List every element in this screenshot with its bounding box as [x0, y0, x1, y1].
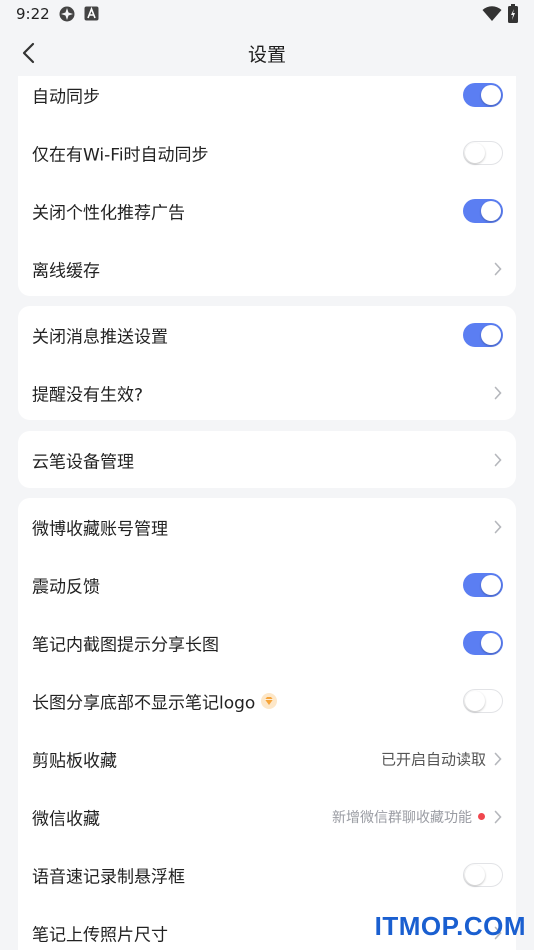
row-pen-device-management[interactable]: 云笔设备管理: [18, 431, 516, 488]
hide-logo-toggle[interactable]: [463, 689, 503, 713]
row-label: 笔记上传照片尺寸: [32, 925, 168, 946]
row-disable-personalized-ads[interactable]: 关闭个性化推荐广告: [18, 182, 516, 240]
row-disable-push[interactable]: 关闭消息推送设置: [18, 306, 516, 364]
chevron-right-icon: [494, 453, 502, 466]
settings-card-sync: 自动同步 仅在有Wi-Fi时自动同步 关闭个性化推荐广告 离线缓存: [18, 76, 516, 296]
row-vibration-feedback[interactable]: 震动反馈: [18, 556, 516, 614]
status-time: 9:22: [16, 5, 50, 23]
disable-push-toggle[interactable]: [463, 323, 503, 347]
settings-card-device: 云笔设备管理: [18, 431, 516, 488]
row-hide-logo[interactable]: 长图分享底部不显示笔记logo: [18, 672, 516, 730]
settings-card-notifications: 关闭消息推送设置 提醒没有生效?: [18, 306, 516, 420]
row-voice-floating-window[interactable]: 语音速记录制悬浮框: [18, 846, 516, 904]
row-offline-cache[interactable]: 离线缓存: [18, 240, 516, 296]
voice-floating-toggle[interactable]: [463, 863, 503, 887]
battery-icon: [508, 4, 518, 23]
row-label: 提醒没有生效?: [32, 385, 144, 406]
chevron-right-icon: [494, 262, 502, 276]
app-header: 设置: [0, 28, 534, 76]
screenshot-hint-toggle[interactable]: [463, 631, 503, 655]
wifi-only-sync-toggle[interactable]: [463, 141, 503, 165]
row-label: 仅在有Wi-Fi时自动同步: [32, 145, 209, 166]
chevron-right-icon: [494, 810, 502, 824]
chevron-right-icon: [494, 752, 502, 766]
row-label: 微信收藏: [32, 809, 100, 830]
chevron-right-icon: [494, 520, 502, 534]
watermark-logo: ITMOP.COM: [374, 911, 526, 941]
row-label: 笔记内截图提示分享长图: [32, 635, 219, 656]
row-label: 关闭个性化推荐广告: [32, 203, 185, 224]
new-badge-dot: [478, 813, 485, 820]
row-label: 长图分享底部不显示笔记logo: [32, 693, 256, 714]
auto-sync-toggle[interactable]: [463, 83, 503, 107]
status-app-icon: [59, 6, 75, 22]
page-title: 设置: [247, 44, 286, 66]
vip-diamond-icon: [261, 693, 277, 709]
row-wifi-only-sync[interactable]: 仅在有Wi-Fi时自动同步: [18, 124, 516, 182]
row-clipboard-collect[interactable]: 剪贴板收藏 已开启自动读取: [18, 730, 516, 788]
row-label: 云笔设备管理: [32, 452, 134, 472]
row-label: 剪贴板收藏: [32, 751, 117, 772]
row-auto-sync[interactable]: 自动同步: [18, 76, 516, 124]
row-wechat-collect[interactable]: 微信收藏 新增微信群聊收藏功能: [18, 788, 516, 846]
settings-list[interactable]: 自动同步 仅在有Wi-Fi时自动同步 关闭个性化推荐广告 离线缓存 关闭消息推送…: [0, 76, 534, 950]
row-label: 自动同步: [32, 87, 100, 108]
row-reminder-not-working[interactable]: 提醒没有生效?: [18, 364, 516, 420]
status-bar: 9:22: [0, 0, 534, 28]
disable-ads-toggle[interactable]: [463, 199, 503, 223]
chevron-right-icon: [494, 386, 502, 400]
row-label: 震动反馈: [32, 577, 100, 598]
vibration-toggle[interactable]: [463, 573, 503, 597]
row-screenshot-share-hint[interactable]: 笔记内截图提示分享长图: [18, 614, 516, 672]
wechat-new-feature-hint: 新增微信群聊收藏功能: [332, 810, 472, 826]
row-label: 微博收藏账号管理: [32, 519, 168, 540]
row-label: 语音速记录制悬浮框: [32, 867, 185, 888]
row-weibo-account[interactable]: 微博收藏账号管理: [18, 498, 516, 556]
status-a-icon: [84, 6, 99, 21]
row-label: 离线缓存: [32, 261, 100, 282]
row-label: 关闭消息推送设置: [32, 327, 168, 348]
clipboard-status: 已开启自动读取: [380, 750, 486, 769]
settings-card-misc: 微博收藏账号管理 震动反馈 笔记内截图提示分享长图 长图分享底部不显示笔记log…: [18, 498, 516, 950]
wifi-icon: [482, 6, 502, 21]
